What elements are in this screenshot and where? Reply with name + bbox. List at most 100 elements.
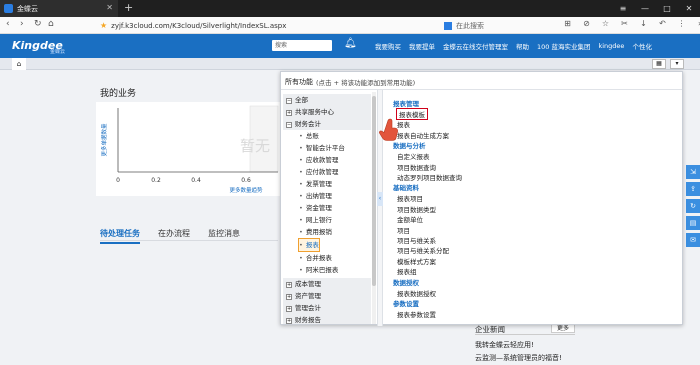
tree-item[interactable]: • 费用报销 (299, 226, 332, 238)
function-item[interactable]: 金额单位 (397, 214, 423, 224)
dock-share-icon[interactable]: ⇪ (686, 182, 700, 196)
function-item[interactable]: 项目与维关系分配 (397, 245, 449, 255)
close-tab-icon[interactable]: ✕ (106, 3, 113, 12)
tree-item[interactable]: • 资金管理 (299, 202, 332, 214)
expand-icon[interactable]: + (286, 294, 292, 300)
url-field[interactable]: ★ zyjf.k3cloud.com/K3cloud/Silverlight/I… (100, 19, 420, 32)
collapse-arrow-icon[interactable]: ‹ (377, 192, 383, 206)
tree-group[interactable]: − 全部 (283, 94, 371, 106)
ad-block-icon[interactable]: ⊘ (579, 19, 594, 28)
back-icon[interactable]: ‹ (6, 19, 10, 29)
menu-help[interactable]: 帮助 (516, 41, 529, 51)
tree-item[interactable]: • 发票管理 (299, 178, 332, 190)
tree-item[interactable]: • 网上银行 (299, 214, 332, 226)
undo-icon[interactable]: ↶ (655, 19, 670, 28)
bullet-icon: • (299, 254, 303, 262)
new-tab-button[interactable]: + (124, 1, 133, 14)
browser-tab[interactable]: 金蝶云 ✕ (0, 0, 118, 17)
empty-watermark: 暂无 (240, 137, 271, 155)
tree-item-selected[interactable]: • 报表 (298, 238, 320, 252)
bookmark-icon[interactable]: ☆ (598, 19, 613, 28)
search-engine-icon (444, 21, 452, 30)
forward-icon[interactable]: › (20, 19, 24, 29)
tree-group[interactable]: + 财务报告 (283, 314, 371, 324)
function-item-selected[interactable]: 报表模板 (396, 108, 428, 120)
tree-label: 应付款管理 (305, 168, 339, 176)
tree-label: 费用报销 (305, 228, 332, 236)
function-item[interactable]: 项目与维关系 (397, 235, 436, 245)
tree-group[interactable]: + 共享服务中心 (283, 106, 371, 118)
tab-pending-tasks[interactable]: 待处理任务 (100, 228, 140, 244)
expand-icon[interactable]: + (286, 318, 292, 324)
dock-doc-icon[interactable]: ▤ (686, 216, 700, 230)
function-item[interactable]: 项目数据类型 (397, 204, 436, 214)
cut-icon[interactable]: ✂ (617, 19, 632, 28)
collapse-icon[interactable]: − (286, 98, 292, 104)
refresh-icon[interactable]: ↻ (34, 19, 42, 29)
section-title: 数据与分析 (393, 142, 426, 151)
extension-icon[interactable]: ⊞ (560, 19, 575, 28)
close-window-icon[interactable]: ✕ (678, 0, 700, 17)
tree-group[interactable]: + 成本管理 (283, 278, 371, 290)
tree-scroll-thumb[interactable] (372, 96, 376, 286)
section-title: 报表管理 (393, 100, 419, 108)
expand-icon[interactable]: + (286, 306, 292, 312)
bullet-icon: • (299, 156, 303, 164)
app-search-input[interactable]: 搜索 (272, 40, 332, 51)
function-item[interactable]: 动态罗列项目数据查询 (397, 172, 462, 182)
tree-item[interactable]: • 智能会计平台 (299, 142, 345, 154)
tree-item[interactable]: • 阿米巴报表 (299, 264, 338, 276)
news-item[interactable]: 我转金蝶云轻应用! (475, 340, 534, 350)
dock-export-icon[interactable]: ⇲ (686, 165, 700, 179)
menu-delivery[interactable]: 金蝶云在线交付管理室 (443, 41, 508, 51)
tree-label: 成本管理 (295, 280, 321, 288)
bell-icon[interactable]: 🔔︎ (344, 38, 357, 49)
bullet-icon: • (299, 204, 303, 212)
my-business-title: 我的业务 (100, 89, 137, 99)
browser-search-field[interactable]: 在此搜索 (444, 19, 554, 32)
tree-item[interactable]: • 应付款管理 (299, 166, 338, 178)
expand-button[interactable]: ▾ (670, 59, 684, 69)
news-item[interactable]: 云监测—系统管理员的福音! (475, 353, 562, 363)
function-item[interactable]: 报表参数设置 (397, 309, 436, 319)
expand-icon[interactable]: + (286, 282, 292, 288)
download-icon[interactable]: ↓ (636, 19, 651, 28)
apps-icon[interactable]: ⋮ (674, 19, 689, 28)
tree-item[interactable]: • 应收款管理 (299, 154, 338, 166)
grid-view-button[interactable]: ▦ (652, 59, 666, 69)
function-item[interactable]: 项目数据查询 (397, 162, 436, 172)
tree-group[interactable]: + 管理会计 (283, 302, 371, 314)
menu-user[interactable]: kingdee (598, 42, 624, 50)
menu-personalize[interactable]: 个性化 (632, 41, 652, 51)
function-item[interactable]: 项目 (397, 225, 410, 235)
tab-in-process[interactable]: 在办流程 (158, 228, 190, 244)
collapse-icon[interactable]: − (286, 122, 292, 128)
expand-icon[interactable]: + (286, 110, 292, 116)
more-icon[interactable]: » (693, 19, 700, 28)
tree-item[interactable]: • 总账 (299, 130, 319, 142)
tree-group[interactable]: − 财务会计 (283, 118, 371, 130)
function-item[interactable]: 报表数据授权 (397, 288, 436, 298)
bullet-icon: • (299, 192, 303, 200)
dock-sync-icon[interactable]: ↻ (686, 199, 700, 213)
menu-buy[interactable]: 我要购买 (375, 41, 401, 51)
minimize-icon[interactable]: — (634, 0, 656, 17)
star-icon[interactable]: ★ (100, 21, 107, 30)
function-item[interactable]: 报表自动生成方案 (397, 130, 449, 140)
tree-item[interactable]: • 合并报表 (299, 252, 332, 264)
tree-group[interactable]: + 资产管理 (283, 290, 371, 302)
function-item[interactable]: 报表项目 (397, 193, 423, 203)
home-icon[interactable]: ⌂ (48, 19, 54, 29)
dock-chat-icon[interactable]: ✉ (686, 233, 700, 247)
function-item[interactable]: 模板样式方案 (397, 256, 436, 266)
news-more-button[interactable]: 更多 (551, 324, 575, 333)
function-item[interactable]: 报表组 (397, 266, 417, 276)
menu-ticket[interactable]: 我要提单 (409, 41, 435, 51)
home-tab[interactable]: ⌂ (12, 58, 26, 70)
function-item[interactable]: 自定义报表 (397, 151, 430, 161)
menu-icon[interactable]: ≡ (612, 0, 634, 17)
menu-org[interactable]: 100 蓝海实业集团 (537, 41, 590, 51)
maximize-icon[interactable]: □ (656, 0, 678, 17)
tree-item[interactable]: • 出纳管理 (299, 190, 332, 202)
tab-monitor-messages[interactable]: 监控消息 (208, 228, 240, 244)
